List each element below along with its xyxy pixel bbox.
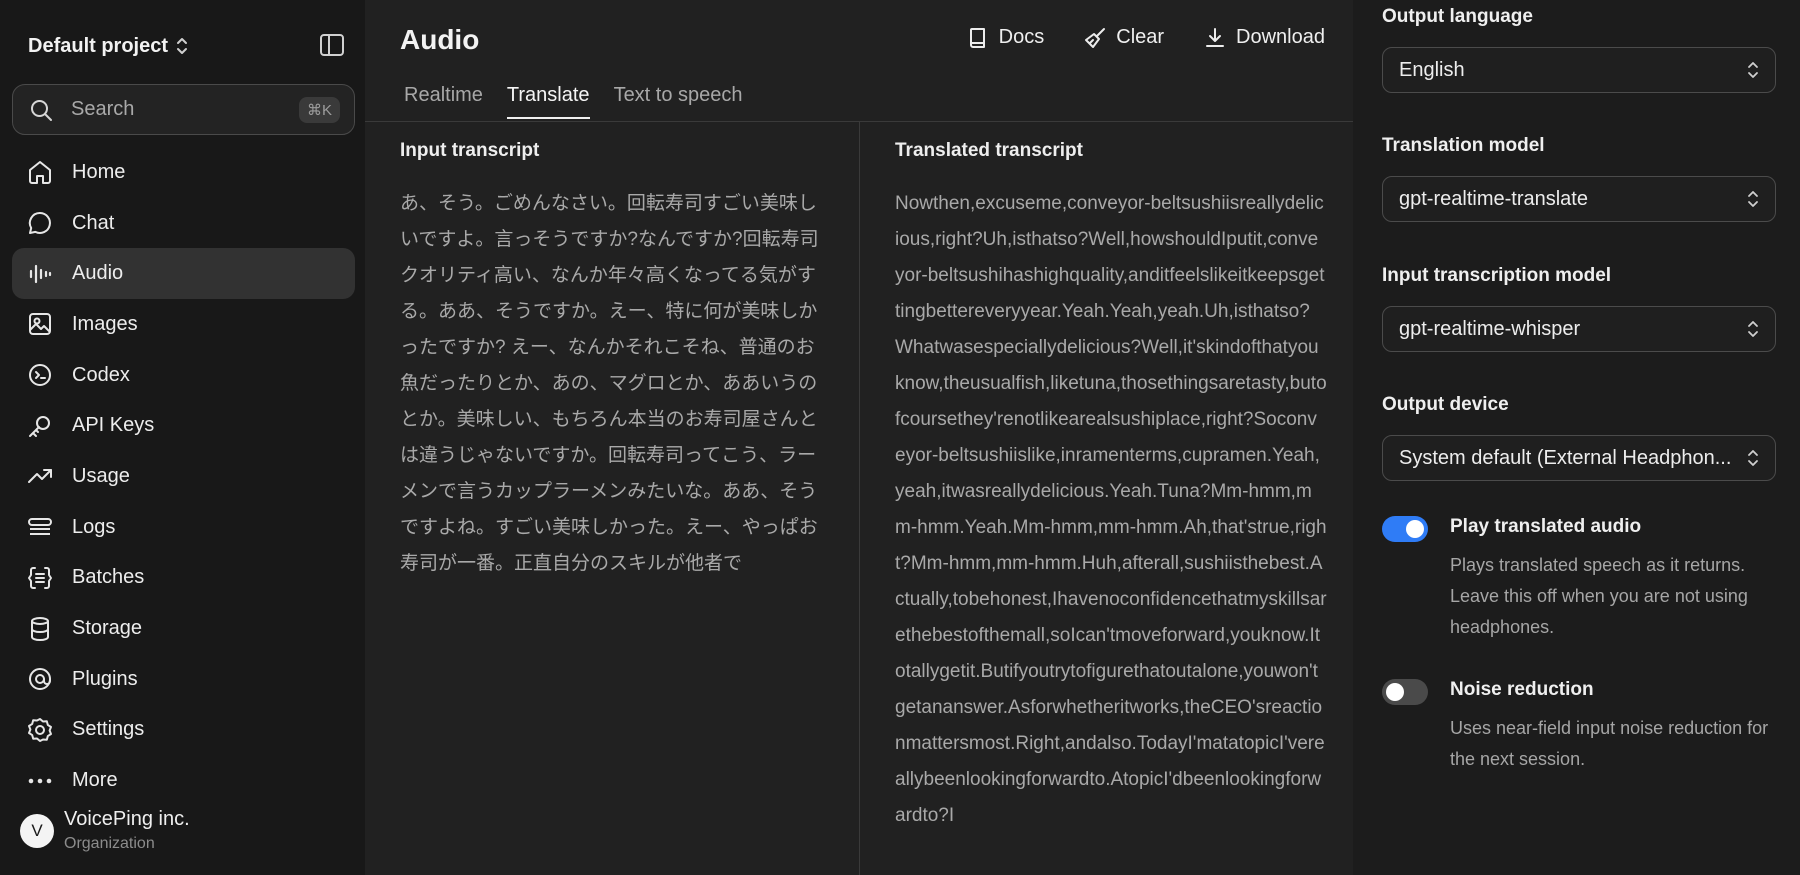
broom-icon (1085, 27, 1106, 48)
sidebar-item-more[interactable]: More (12, 755, 355, 806)
output-device-value: System default (External Headphon... (1399, 446, 1732, 469)
sidebar-item-label: API Keys (72, 414, 155, 437)
project-name: Default project (28, 34, 169, 57)
noise-reduction-toggle[interactable] (1382, 679, 1428, 705)
gear-icon (28, 717, 52, 742)
noise-reduction-label: Noise reduction (1450, 679, 1594, 700)
header-actions: Docs Clear Download (967, 26, 1325, 49)
project-switcher[interactable]: Default project (28, 30, 190, 62)
tab-realtime[interactable]: Realtime (404, 84, 483, 119)
sidebar-item-label: Home (72, 160, 126, 183)
play-translated-audio-label: Play translated audio (1450, 516, 1642, 537)
book-icon (969, 27, 985, 48)
plugin-icon (29, 668, 51, 691)
sidebar-item-label: Chat (72, 211, 115, 234)
settings-panel: Output language English Translation mode… (1353, 0, 1800, 875)
clear-button[interactable]: Clear (1084, 26, 1164, 49)
transcription-model-label: Input transcription model (1382, 265, 1612, 286)
trend-icon (28, 469, 52, 484)
more-icon (28, 778, 52, 783)
sidebar-item-label: More (72, 769, 118, 792)
translation-model-value: gpt-realtime-translate (1399, 187, 1588, 210)
chevron-up-down-icon (1748, 321, 1758, 337)
input-transcript-text: あ、そう。ごめんなさい。回転寿司すごい美味しいですよ。言っそうですか?なんですか… (400, 193, 819, 574)
audio-icon (29, 264, 52, 283)
page-title: Audio (400, 24, 480, 55)
output-language-label: Output language (1382, 6, 1533, 27)
sidebar-item-chat[interactable]: Chat (12, 198, 355, 249)
translated-transcript-text: Nowthen,excuseme,conveyor-beltsushiisrea… (895, 193, 1327, 826)
clear-label: Clear (1116, 26, 1165, 48)
organization-switcher[interactable]: V VoicePing inc. Organization (20, 808, 190, 853)
sidebar-item-images[interactable]: Images (12, 299, 355, 350)
output-language-select[interactable]: English (1382, 47, 1776, 93)
search-input[interactable]: Search ⌘K (12, 84, 355, 135)
search-shortcut-badge: ⌘K (298, 96, 340, 123)
download-icon (1206, 27, 1225, 47)
sidebar-item-audio[interactable]: Audio (12, 248, 355, 300)
sidebar-item-label: Images (72, 312, 138, 335)
chevron-up-down-icon (1748, 191, 1758, 207)
sidebar-item-usage[interactable]: Usage (12, 451, 355, 502)
sidebar-item-storage[interactable]: Storage (12, 603, 355, 654)
sidebar-item-batches[interactable]: Batches (12, 553, 355, 604)
sidebar-item-codex[interactable]: Codex (12, 350, 355, 401)
chat-icon (28, 212, 51, 235)
sidebar-nav: Home Chat Audio Images Codex API Keys Us… (12, 147, 355, 806)
search-placeholder: Search (71, 98, 135, 120)
docs-label: Docs (998, 26, 1045, 48)
organization-name: VoicePing inc. (64, 808, 190, 830)
sidebar-item-label: Logs (72, 515, 116, 538)
avatar: V (20, 813, 54, 848)
output-device-label: Output device (1382, 394, 1509, 415)
audio-tabs: Realtime Translate Text to speech (404, 84, 743, 119)
sidebar-item-label: Batches (72, 566, 145, 589)
sidebar-item-label: Audio (72, 262, 124, 285)
sidebar-item-logs[interactable]: Logs (12, 502, 355, 553)
batches-icon (28, 566, 52, 589)
chevron-up-down-icon (1748, 62, 1758, 78)
download-label: Download (1236, 26, 1325, 48)
transcription-model-select[interactable]: gpt-realtime-whisper (1382, 306, 1776, 352)
sidebar-item-label: Storage (72, 617, 143, 640)
input-transcript-title: Input transcript (400, 140, 540, 161)
transcription-model-value: gpt-realtime-whisper (1399, 317, 1581, 340)
chevron-up-down-icon (177, 38, 188, 54)
translation-model-label: Translation model (1382, 135, 1545, 156)
main-content: Audio Docs Clear Download Realtime Trans… (365, 0, 1353, 875)
sidebar-item-label: Plugins (72, 667, 138, 690)
sidebar-item-home[interactable]: Home (12, 147, 355, 198)
play-translated-audio-toggle[interactable] (1382, 516, 1428, 542)
docs-button[interactable]: Docs (967, 26, 1045, 49)
search-icon (31, 99, 52, 121)
chevron-up-down-icon (1748, 450, 1758, 466)
logs-icon (28, 518, 52, 536)
translation-model-select[interactable]: gpt-realtime-translate (1382, 176, 1776, 222)
sidebar-item-label: Settings (72, 718, 145, 741)
sidebar-item-label: Usage (72, 464, 130, 487)
sidebar-toggle-icon[interactable] (319, 33, 345, 57)
home-icon (29, 161, 51, 185)
sidebar-item-settings[interactable]: Settings (12, 705, 355, 756)
sidebar-item-api-keys[interactable]: API Keys (12, 400, 355, 451)
output-device-select[interactable]: System default (External Headphon... (1382, 435, 1776, 481)
translated-transcript-title: Translated transcript (895, 140, 1083, 161)
tab-text-to-speech[interactable]: Text to speech (614, 84, 743, 119)
sidebar-item-label: Codex (72, 363, 130, 386)
codex-icon (29, 364, 51, 387)
download-button[interactable]: Download (1204, 26, 1325, 49)
organization-type: Organization (64, 835, 155, 852)
output-language-value: English (1399, 58, 1465, 81)
sidebar-item-plugins[interactable]: Plugins (12, 654, 355, 705)
pane-divider (859, 122, 860, 875)
image-icon (29, 313, 51, 336)
play-translated-audio-description: Plays translated speech as it returns. L… (1450, 555, 1748, 637)
sidebar: Default project Search ⌘K Home Chat Audi… (0, 0, 365, 875)
noise-reduction-description: Uses near-field input noise reduction fo… (1450, 718, 1769, 769)
key-icon (29, 415, 50, 437)
tab-translate[interactable]: Translate (506, 84, 590, 119)
database-icon (31, 616, 49, 641)
